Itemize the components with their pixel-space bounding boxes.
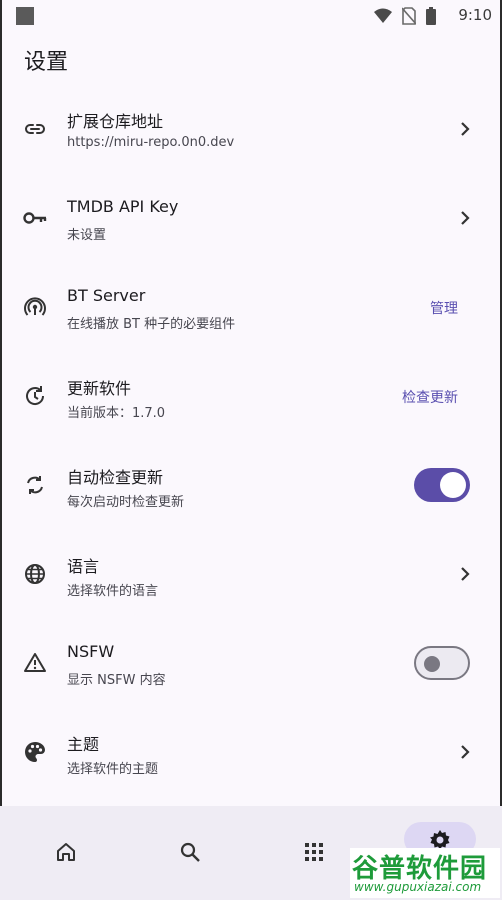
podcast-icon (22, 294, 48, 320)
search-icon (180, 842, 200, 862)
notification-icon (16, 7, 34, 25)
setting-subtitle: 选择软件的主题 (67, 762, 159, 777)
settings-list: 扩展仓库地址 https://miru-repo.0n0.dev TMDB AP… (0, 86, 502, 798)
manage-button[interactable]: 管理 (430, 298, 458, 318)
home-icon (57, 843, 75, 861)
setting-title: 主题 (67, 735, 100, 754)
status-bar: 9:10 (0, 0, 502, 32)
key-icon (22, 205, 48, 231)
nsfw-toggle[interactable] (414, 646, 470, 680)
setting-title: 自动检查更新 (67, 468, 164, 487)
watermark-url: www.gupuxiazai.com (354, 880, 482, 894)
setting-subtitle: 在线播放 BT 种子的必要组件 (67, 317, 236, 332)
setting-tmdb-api-key[interactable]: TMDB API Key 未设置 (0, 175, 502, 264)
toggle-knob (424, 656, 440, 672)
status-time: 9:10 (458, 6, 492, 24)
nav-home[interactable] (46, 832, 86, 872)
chevron-right-icon (461, 122, 470, 136)
globe-icon (22, 561, 48, 587)
wifi-icon (374, 8, 392, 23)
setting-update-app[interactable]: 更新软件 当前版本：1.7.0 检查更新 (0, 353, 502, 442)
link-icon (22, 116, 48, 142)
nav-extensions[interactable] (294, 832, 334, 872)
setting-language[interactable]: 语言 选择软件的语言 (0, 531, 502, 620)
update-icon (22, 383, 48, 409)
setting-title: TMDB API Key (67, 197, 179, 216)
setting-bt-server[interactable]: BT Server 在线播放 BT 种子的必要组件 管理 (0, 264, 502, 353)
setting-nsfw[interactable]: NSFW 显示 NSFW 内容 (0, 620, 502, 709)
check-update-button[interactable]: 检查更新 (402, 387, 458, 407)
setting-subtitle: 每次启动时检查更新 (67, 495, 185, 510)
auto-update-toggle[interactable] (414, 468, 470, 502)
setting-title: 扩展仓库地址 (67, 112, 164, 131)
battery-icon (426, 7, 436, 25)
setting-auto-check-update[interactable]: 自动检查更新 每次启动时检查更新 (0, 442, 502, 531)
setting-theme[interactable]: 主题 选择软件的主题 (0, 709, 502, 798)
no-sim-icon (402, 7, 416, 25)
page-title: 设置 (24, 50, 69, 75)
chevron-right-icon (461, 211, 470, 225)
setting-subtitle: 当前版本：1.7.0 (67, 406, 166, 421)
apps-icon (305, 843, 323, 861)
palette-icon (22, 739, 48, 765)
setting-subtitle: 选择软件的语言 (67, 584, 159, 599)
toggle-knob (440, 472, 466, 498)
setting-repo-url[interactable]: 扩展仓库地址 https://miru-repo.0n0.dev (0, 86, 502, 175)
setting-subtitle: 未设置 (67, 228, 107, 243)
setting-title: BT Server (67, 286, 146, 305)
nav-search[interactable] (170, 832, 210, 872)
chevron-right-icon (461, 567, 470, 581)
sync-icon (22, 472, 48, 498)
chevron-right-icon (461, 745, 470, 759)
setting-subtitle: https://miru-repo.0n0.dev (67, 135, 235, 150)
setting-title: 更新软件 (67, 379, 132, 398)
warning-icon (22, 650, 48, 676)
watermark: 谷普软件园 www.gupuxiazai.com (350, 848, 500, 898)
setting-subtitle: 显示 NSFW 内容 (67, 673, 166, 688)
setting-title: 语言 (67, 557, 100, 576)
setting-title: NSFW (67, 642, 115, 661)
